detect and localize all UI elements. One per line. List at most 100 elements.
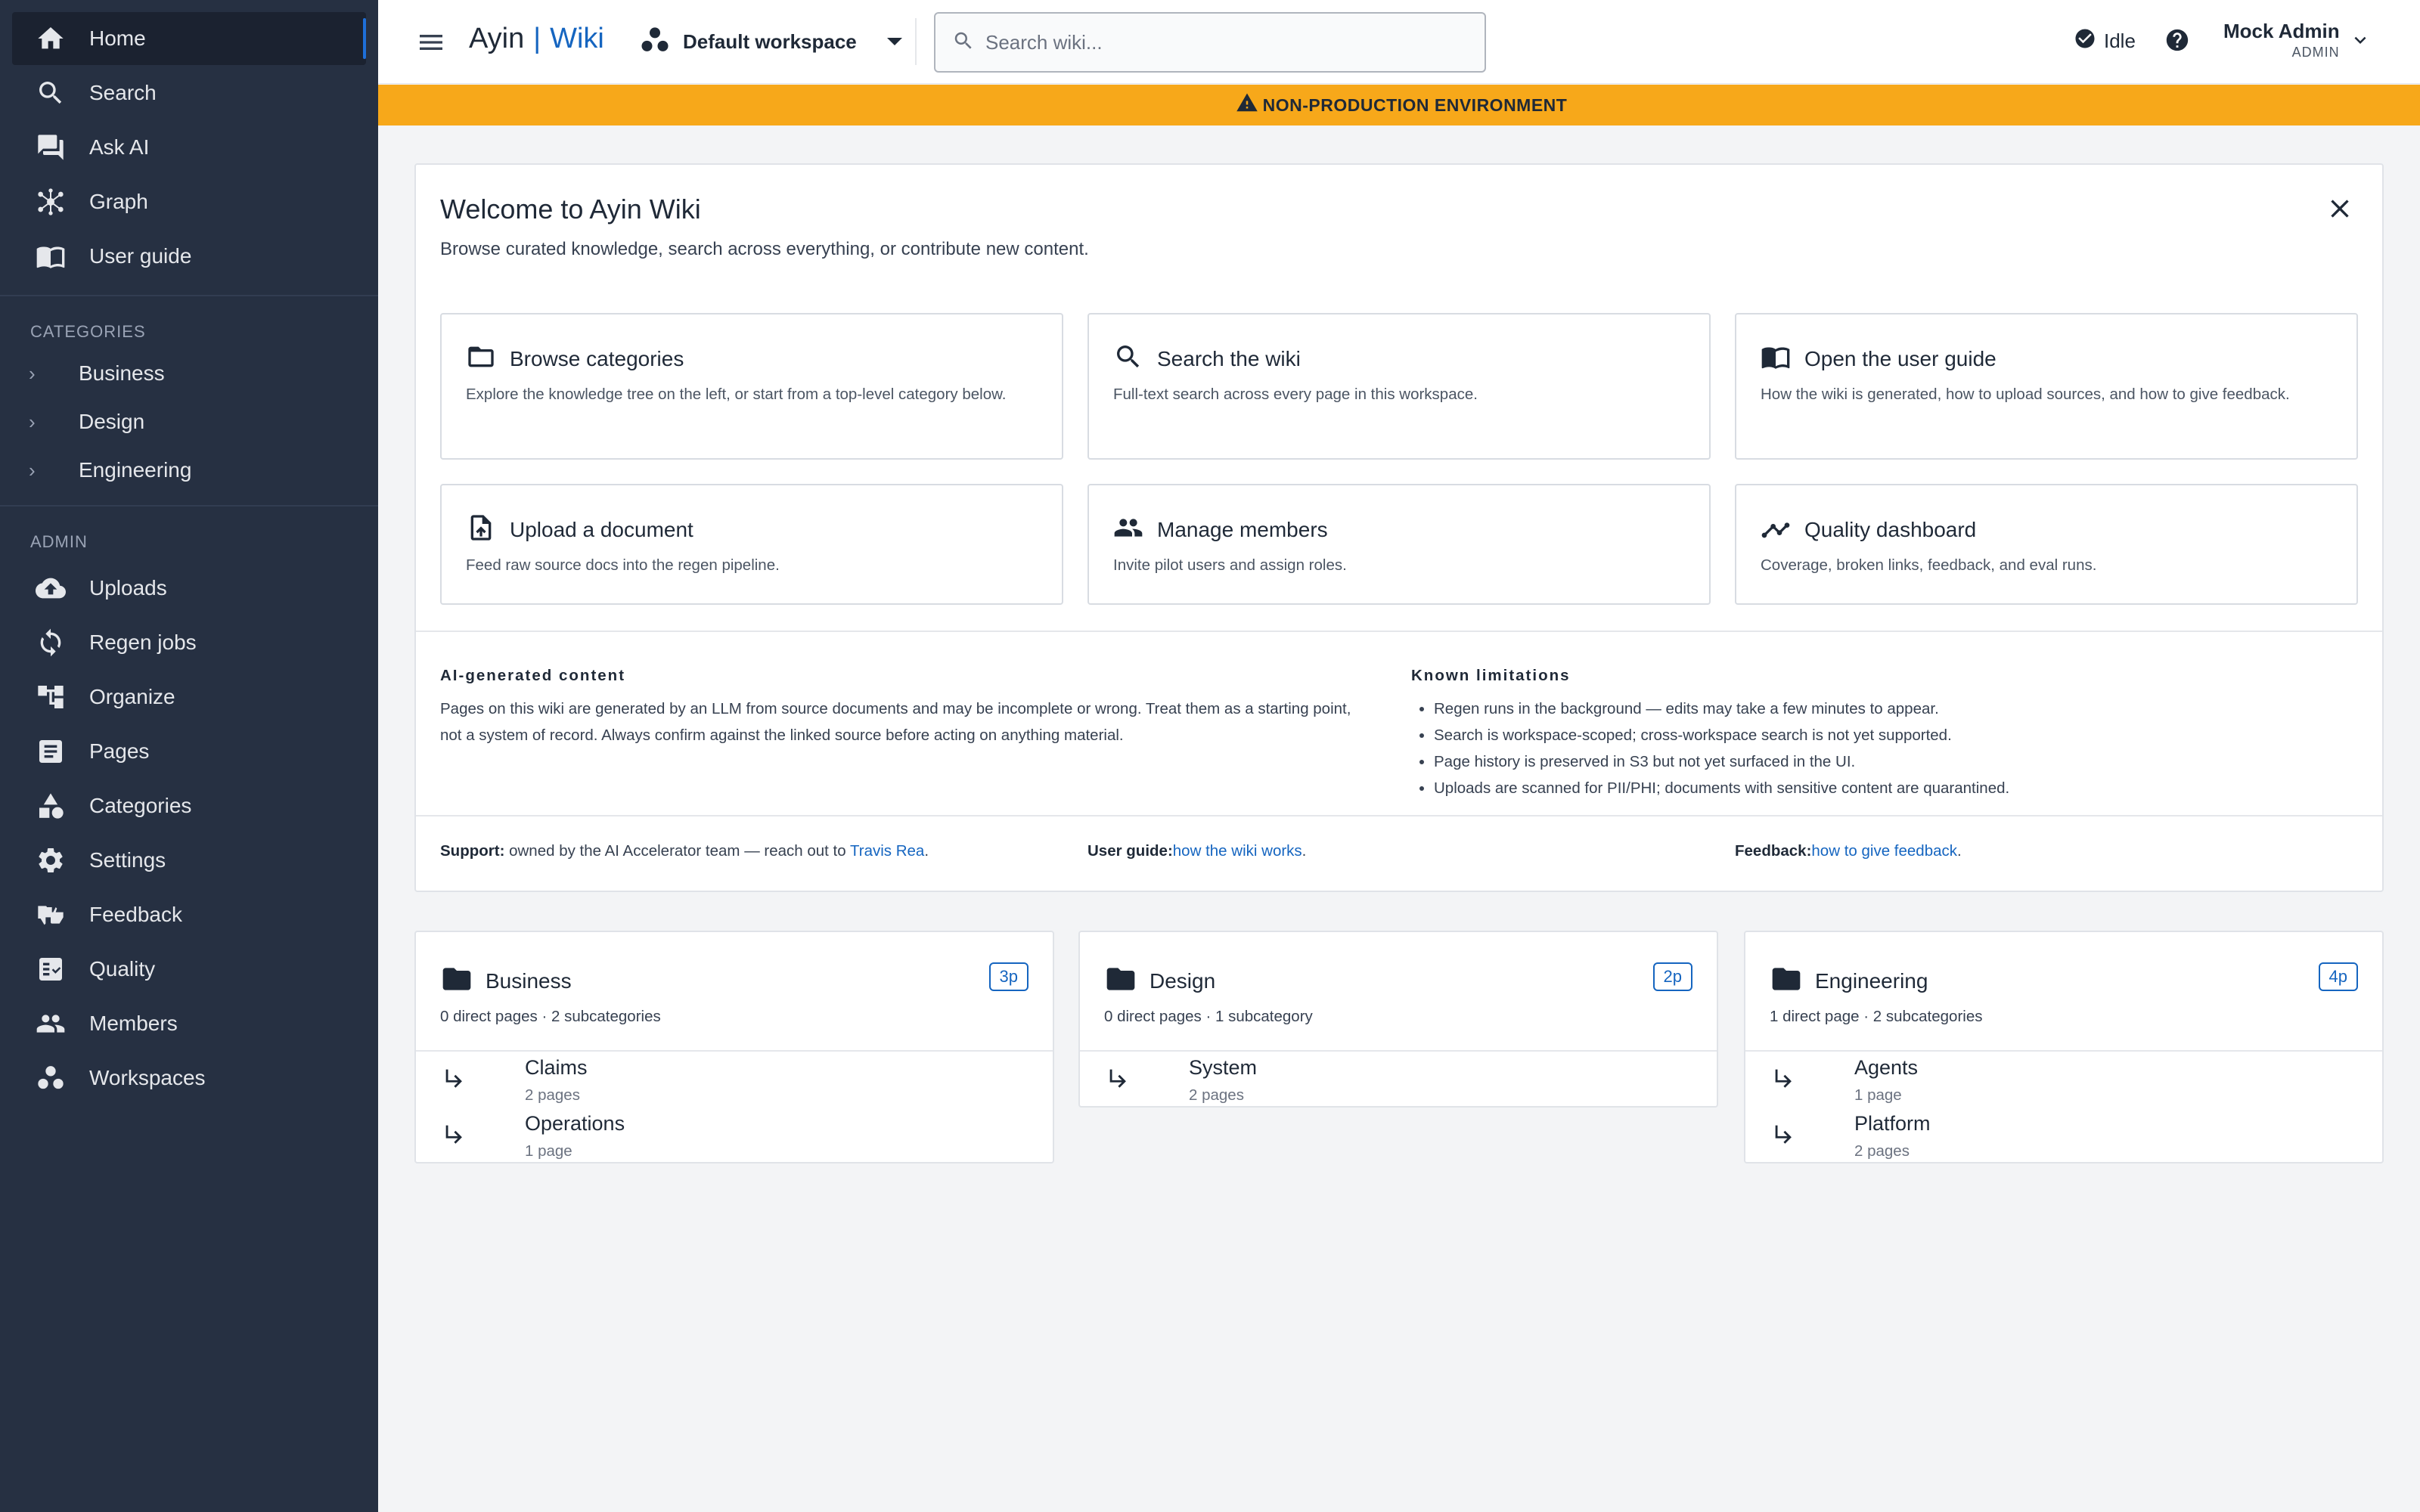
category-label: Engineering (79, 458, 192, 482)
nav-feedback[interactable]: Feedback (12, 888, 366, 941)
support-info: Support: owned by the AI Accelerator tea… (440, 842, 929, 860)
nav-quality[interactable]: Quality (12, 943, 366, 996)
nav-label: Ask AI (89, 135, 150, 159)
nav-label: Graph (89, 190, 148, 213)
list-item: Uploads are scanned for PII/PHI; documen… (1434, 775, 2349, 801)
workspace-selector[interactable]: Default workspace (639, 23, 902, 60)
brand-product: Wiki (550, 23, 604, 54)
subcategory-name: Operations (525, 1112, 625, 1135)
article-icon (26, 725, 76, 778)
support-contact-link[interactable]: Travis Rea (850, 842, 924, 860)
nav-search[interactable]: Search (12, 67, 366, 119)
category-card-engineering: Engineering 4p 1 direct page · 2 subcate… (1744, 931, 2384, 1163)
guide-end: . (1302, 842, 1307, 860)
limitations-heading: Known limitations (1411, 667, 1571, 684)
user-menu[interactable]: Mock Admin ADMIN (2223, 20, 2372, 60)
sidebar-divider (0, 505, 378, 507)
nav-label: Feedback (89, 903, 182, 926)
nav-organize[interactable]: Organize (12, 671, 366, 723)
status-indicator[interactable]: Idle (2066, 27, 2136, 55)
quick-card-members[interactable]: Manage members Invite pilot users and as… (1087, 484, 1711, 605)
support-end: . (924, 842, 929, 860)
search-box[interactable] (934, 12, 1486, 73)
subcategory-count: 1 page (525, 1142, 572, 1160)
nav-user-guide[interactable]: User guide (12, 230, 366, 283)
page-count-badge: 3p (988, 962, 1028, 991)
subcategory-item-system[interactable]: System 2 pages (1080, 1053, 1717, 1109)
subcategory-count: 2 pages (525, 1086, 580, 1104)
brand-logo[interactable]: Ayin | Wiki (469, 23, 604, 55)
page-count-badge: 2p (1652, 962, 1692, 991)
user-guide-link[interactable]: how the wiki works (1173, 842, 1302, 860)
tree-icon (26, 671, 76, 723)
nav-members[interactable]: Members (12, 997, 366, 1050)
close-icon[interactable] (2325, 194, 2355, 224)
quick-card-search[interactable]: Search the wiki Full-text search across … (1087, 313, 1711, 460)
support-label: Support: (440, 842, 505, 860)
category-card-header[interactable]: Design (1104, 962, 1215, 999)
nav-pages[interactable]: Pages (12, 725, 366, 778)
nav-regen-jobs[interactable]: Regen jobs (12, 616, 366, 669)
nav-graph[interactable]: Graph (12, 175, 366, 228)
category-meta: 0 direct pages · 1 subcategory (1104, 1008, 1313, 1025)
category-card-design: Design 2p 0 direct pages · 1 subcategory… (1078, 931, 1718, 1108)
nav-workspaces[interactable]: Workspaces (12, 1052, 366, 1105)
chevron-right-icon: › (29, 410, 36, 433)
help-icon[interactable] (2164, 27, 2190, 53)
folder-icon (1104, 962, 1137, 999)
checklist-icon (26, 943, 76, 996)
category-card-header[interactable]: Engineering (1770, 962, 1928, 999)
quick-card-browse-categories[interactable]: Browse categories Explore the knowledge … (440, 313, 1063, 460)
nav-label: Regen jobs (89, 631, 197, 654)
folder-icon (1770, 962, 1803, 999)
sidebar-category-design[interactable]: › Design (12, 399, 366, 445)
sidebar-category-business[interactable]: › Business (12, 351, 366, 396)
category-card-header[interactable]: Business (440, 962, 572, 999)
quick-card-desc: Coverage, broken links, feedback, and ev… (1761, 556, 2097, 574)
subdirectory-arrow-icon (1771, 1065, 1797, 1091)
nav-uploads[interactable]: Uploads (12, 562, 366, 615)
limitations-list: Regen runs in the background — edits may… (1411, 696, 2349, 801)
welcome-card: Welcome to Ayin Wiki Browse curated know… (414, 163, 2384, 892)
nav-ask-ai[interactable]: Ask AI (12, 121, 366, 174)
gear-icon (26, 834, 76, 887)
brand-separator: | (533, 23, 541, 54)
nav-categories[interactable]: Categories (12, 779, 366, 832)
welcome-subtitle: Browse curated knowledge, search across … (440, 239, 1089, 259)
subcategory-name: Agents (1854, 1056, 1919, 1079)
category-meta: 0 direct pages · 2 subcategories (440, 1008, 661, 1025)
book-icon (1761, 342, 1791, 376)
quick-card-title: Open the user guide (1804, 346, 1996, 370)
quick-card-title: Browse categories (510, 346, 684, 370)
page-count-badge: 4p (2318, 962, 2358, 991)
subdirectory-arrow-icon (442, 1121, 467, 1147)
nav-label: Members (89, 1012, 178, 1035)
subcategory-item-agents[interactable]: Agents 1 page (1745, 1053, 2382, 1109)
nav-settings[interactable]: Settings (12, 834, 366, 887)
subcategory-item-platform[interactable]: Platform 2 pages (1745, 1109, 2382, 1165)
subcategory-item-claims[interactable]: Claims 2 pages (416, 1053, 1053, 1109)
feedback-info: Feedback:how to give feedback. (1735, 842, 1962, 860)
folder-outline-icon (466, 342, 496, 376)
menu-icon[interactable] (416, 27, 446, 57)
list-item: Search is workspace-scoped; cross-worksp… (1434, 722, 2349, 748)
people-icon (1113, 513, 1143, 547)
section-divider (416, 815, 2382, 816)
quick-card-title: Search the wiki (1157, 346, 1301, 370)
user-name: Mock Admin (2223, 20, 2340, 42)
search-input[interactable] (985, 30, 1469, 54)
admin-section-title: ADMIN (30, 532, 88, 551)
warning-icon (1236, 91, 1258, 119)
feedback-end: . (1957, 842, 1962, 860)
quick-card-user-guide[interactable]: Open the user guide How the wiki is gene… (1735, 313, 2358, 460)
search-icon (1113, 342, 1143, 376)
list-item: Regen runs in the background — edits may… (1434, 696, 2349, 722)
subcategory-item-operations[interactable]: Operations 1 page (416, 1109, 1053, 1165)
sidebar-category-engineering[interactable]: › Engineering (12, 448, 366, 493)
folder-icon (440, 962, 473, 999)
feedback-link[interactable]: how to give feedback (1811, 842, 1957, 860)
nav-label: Settings (89, 848, 166, 872)
quick-card-upload[interactable]: Upload a document Feed raw source docs i… (440, 484, 1063, 605)
quick-card-quality[interactable]: Quality dashboard Coverage, broken links… (1735, 484, 2358, 605)
nav-home[interactable]: Home (12, 12, 366, 65)
